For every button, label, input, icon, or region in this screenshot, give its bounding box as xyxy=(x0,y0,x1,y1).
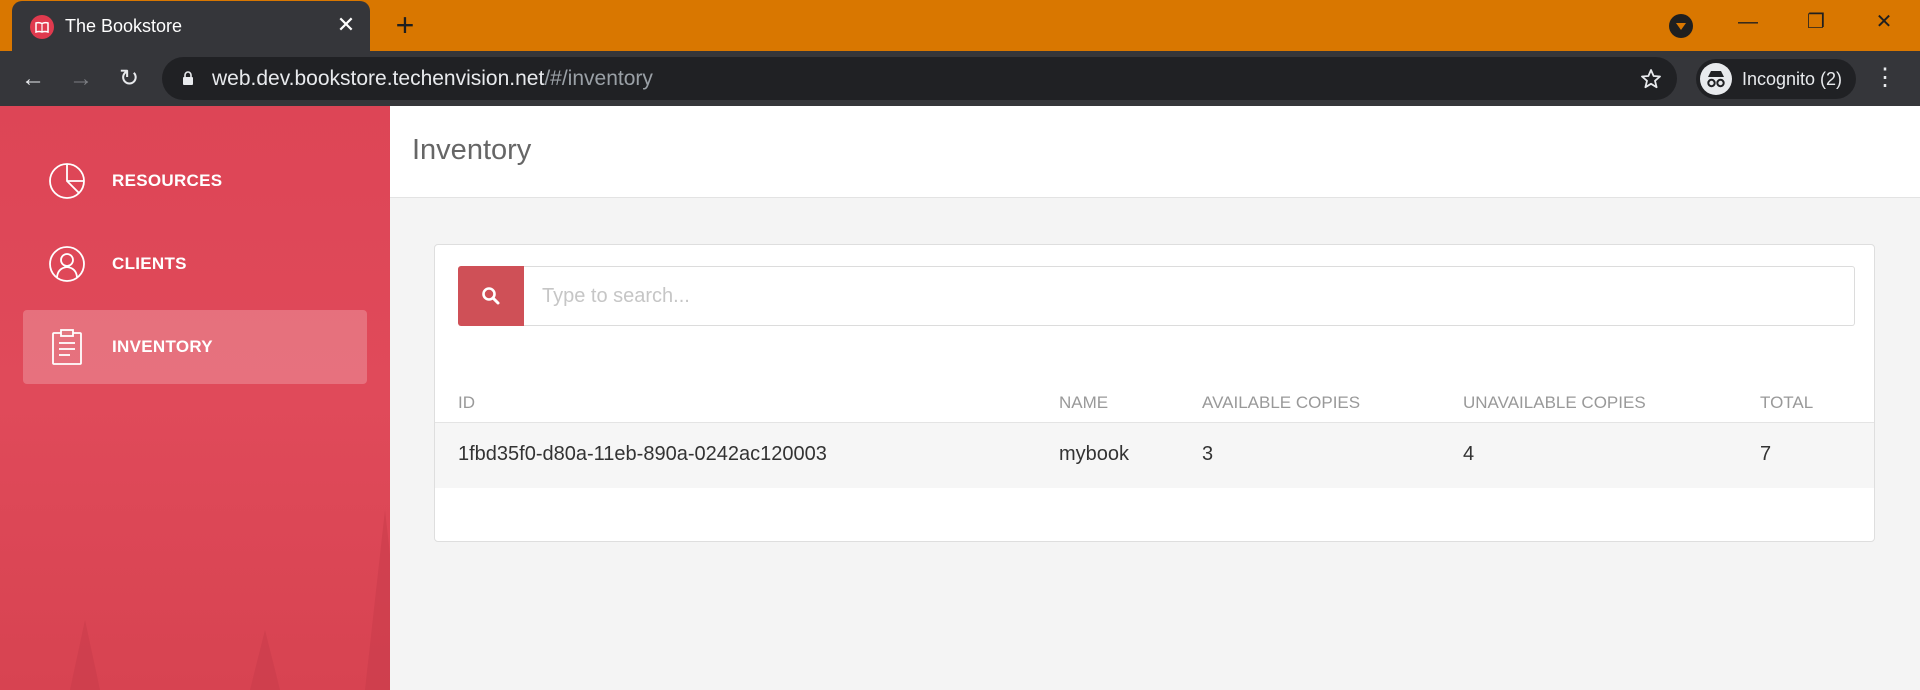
page-title: Inventory xyxy=(412,134,532,166)
browser-toolbar: ← → ↻ web.dev.bookstore.techenvision.net… xyxy=(0,51,1920,106)
sidebar: RESOURCES CLIENTS INVENTORY xyxy=(0,106,390,690)
clipboard-icon xyxy=(52,329,82,365)
url-host: web.dev.bookstore.techenvision.net xyxy=(212,67,545,90)
tab-title: The Bookstore xyxy=(65,16,183,36)
search-icon xyxy=(482,287,500,305)
cell-total: 7 xyxy=(1760,443,1772,465)
incognito-icon xyxy=(1700,63,1732,95)
browser-titlebar: The Bookstore ✕ + — ❐ ✕ xyxy=(0,0,1920,51)
sidebar-item-label: INVENTORY xyxy=(112,337,213,356)
column-header-total[interactable]: TOTAL xyxy=(1760,393,1813,413)
book-icon xyxy=(30,15,54,39)
lock-icon xyxy=(183,71,193,85)
page-header: Inventory xyxy=(390,106,1920,198)
bookmark-star-icon[interactable] xyxy=(1639,67,1663,91)
browser-tab[interactable]: The Bookstore ✕ xyxy=(12,1,370,51)
cell-unavailable-copies: 4 xyxy=(1463,443,1475,465)
close-window-icon[interactable]: ✕ xyxy=(1861,6,1907,38)
sidebar-item-clients[interactable]: CLIENTS xyxy=(23,227,367,301)
tab-search-icon[interactable] xyxy=(1669,14,1693,38)
cell-name: mybook xyxy=(1059,443,1130,465)
tree-decoration xyxy=(250,630,280,690)
kebab-menu-icon[interactable]: ⋮ xyxy=(1870,64,1900,94)
restore-icon[interactable]: ❐ xyxy=(1793,6,1839,38)
search-input[interactable] xyxy=(524,266,1855,326)
back-icon[interactable]: ← xyxy=(18,64,48,94)
column-header-name[interactable]: NAME xyxy=(1059,393,1108,413)
inventory-card: ID NAME AVAILABLE COPIES UNAVAILABLE COP… xyxy=(434,244,1875,542)
url-path: /#/inventory xyxy=(544,67,653,90)
forward-icon[interactable]: → xyxy=(66,64,96,94)
sidebar-item-inventory[interactable]: INVENTORY xyxy=(23,310,367,384)
incognito-label: Incognito (2) xyxy=(1742,69,1843,89)
url-text: web.dev.bookstore.techenvision.net/#/inv… xyxy=(212,67,653,91)
cell-id: 1fbd35f0-d80a-11eb-890a-0242ac120003 xyxy=(458,443,827,465)
pie-chart-icon xyxy=(49,163,85,199)
search-button[interactable] xyxy=(458,266,524,326)
column-header-unavailable-copies[interactable]: UNAVAILABLE COPIES xyxy=(1463,393,1646,413)
column-header-available-copies[interactable]: AVAILABLE COPIES xyxy=(1202,393,1360,413)
address-bar[interactable]: web.dev.bookstore.techenvision.net/#/inv… xyxy=(162,57,1677,100)
main-content: Inventory ID NAME AVAILABLE COPIES UNAVA… xyxy=(390,106,1920,690)
tree-decoration xyxy=(70,620,100,690)
tree-decoration xyxy=(365,510,390,690)
user-icon xyxy=(49,246,85,282)
table-row[interactable]: 1fbd35f0-d80a-11eb-890a-0242ac120003 myb… xyxy=(435,423,1874,488)
new-tab-icon[interactable]: + xyxy=(390,9,420,41)
column-header-id[interactable]: ID xyxy=(458,393,475,413)
cell-available-copies: 3 xyxy=(1202,443,1214,465)
minimize-icon[interactable]: — xyxy=(1725,6,1771,38)
close-tab-icon[interactable]: ✕ xyxy=(334,13,358,37)
sidebar-item-label: CLIENTS xyxy=(112,254,187,273)
reload-icon[interactable]: ↻ xyxy=(114,64,144,94)
incognito-profile-button[interactable]: Incognito (2) xyxy=(1696,59,1856,99)
sidebar-item-label: RESOURCES xyxy=(112,171,223,190)
sidebar-item-resources[interactable]: RESOURCES xyxy=(23,144,367,218)
